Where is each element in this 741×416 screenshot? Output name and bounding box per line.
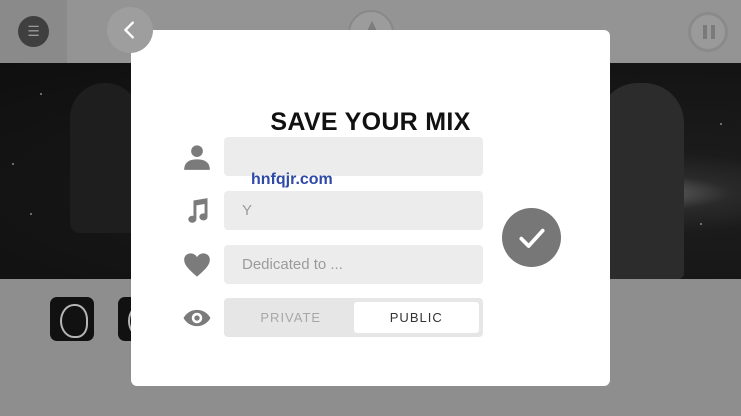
mix-title-field[interactable] xyxy=(224,191,483,230)
dialog-title: SAVE YOUR MIX xyxy=(270,108,471,136)
confirm-button[interactable] xyxy=(502,208,561,267)
back-button[interactable] xyxy=(107,7,153,53)
character-silhouette-right xyxy=(598,83,684,279)
pause-icon[interactable] xyxy=(688,12,728,52)
visibility-toggle: PRIVATE PUBLIC xyxy=(224,298,483,337)
chevron-left-icon xyxy=(124,21,134,39)
user-icon xyxy=(181,141,213,173)
private-option[interactable]: PRIVATE xyxy=(228,302,354,333)
character-thumbnail[interactable] xyxy=(50,297,94,341)
eye-icon xyxy=(181,302,213,334)
character-silhouette-left xyxy=(70,83,140,233)
checkmark-icon xyxy=(518,228,545,248)
name-field[interactable] xyxy=(224,137,483,176)
menu-icon[interactable]: ☰ xyxy=(18,16,49,47)
public-option[interactable]: PUBLIC xyxy=(353,302,479,333)
heart-icon xyxy=(181,249,213,281)
save-mix-dialog: SAVE YOUR MIX PRIVATE PUBLIC xyxy=(131,30,610,386)
dedication-field[interactable] xyxy=(224,245,483,284)
music-note-icon xyxy=(181,195,213,227)
